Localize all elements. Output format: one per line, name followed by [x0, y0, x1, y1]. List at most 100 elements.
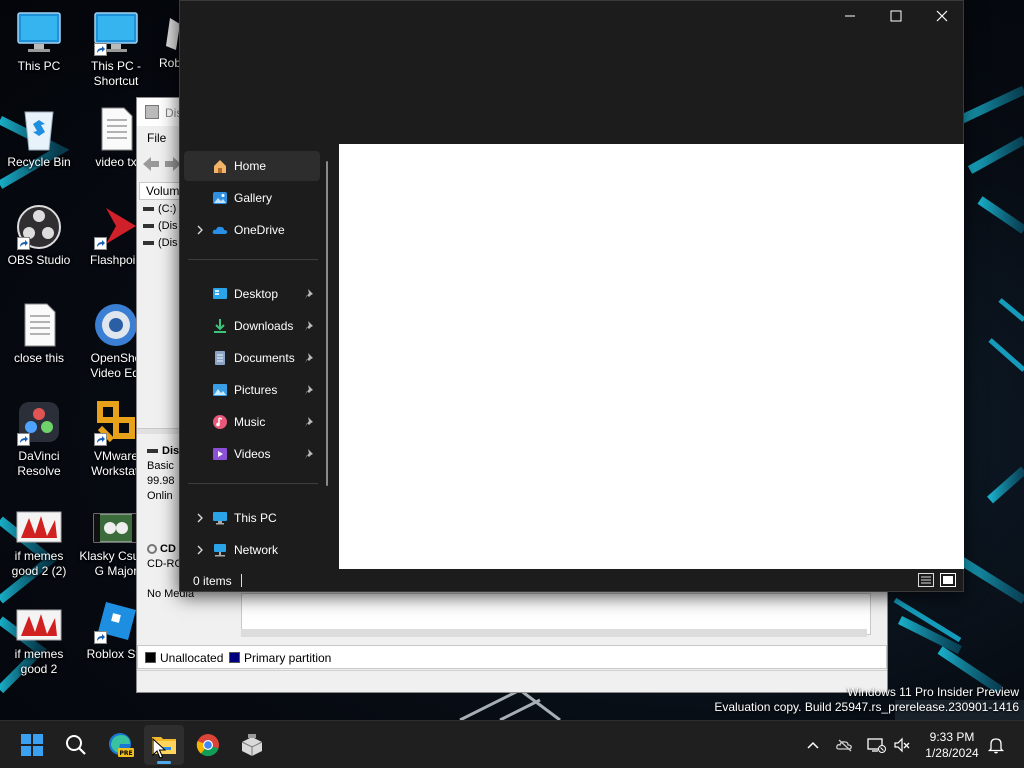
network-tray-button[interactable] [866, 735, 886, 755]
nav-item-documents[interactable]: Documents [184, 343, 320, 373]
home-icon [212, 158, 228, 174]
nav-item-gallery[interactable]: Gallery [184, 183, 320, 213]
chrome-icon [196, 734, 219, 757]
start-button[interactable] [12, 725, 52, 765]
nav-item-pictures[interactable]: Pictures [184, 375, 320, 405]
vm-tools-icon [241, 734, 263, 756]
desktop-icon-obs-studio[interactable]: OBS Studio [1, 204, 77, 268]
chevron-right-icon[interactable] [194, 511, 206, 525]
shortcut-arrow-icon [94, 433, 107, 446]
shortcut-arrow-icon [17, 433, 30, 446]
edge-beta-icon: PRE [109, 733, 134, 757]
desktop-icon-davinci-resolve[interactable]: DaVinci Resolve [1, 400, 77, 479]
notifications-button[interactable] [986, 735, 1006, 755]
volume-row[interactable]: (C:) [143, 203, 176, 215]
disk-0-info[interactable]: Dis Basic 99.98 Onlin [147, 444, 179, 504]
back-arrow-icon [143, 157, 159, 171]
desktop-icon-recycle-bin[interactable]: Recycle Bin [1, 106, 77, 170]
volume-muted-icon [894, 737, 910, 753]
nav-item-downloads[interactable]: Downloads [184, 311, 320, 341]
volume-row[interactable]: (Dis [143, 237, 178, 249]
desktop-icon-label: Flashpoin [89, 253, 143, 267]
network-icon [212, 542, 228, 558]
desktop-icon-this-pc[interactable]: This PC [1, 10, 77, 74]
this-pc-icon [212, 510, 228, 526]
recycle-bin-icon [15, 106, 63, 152]
flashpoint-icon [92, 204, 140, 250]
pin-icon[interactable] [304, 448, 316, 460]
pin-icon[interactable] [304, 416, 316, 428]
desktop-icon-label: DaVinci Resolve [17, 449, 61, 478]
nav-item-home[interactable]: Home [184, 151, 320, 181]
network-disconnected-icon [867, 738, 886, 753]
close-button[interactable] [919, 1, 965, 31]
onedrive-offline-icon [836, 739, 852, 752]
volume-tray-button[interactable] [892, 735, 912, 755]
openshot-icon [92, 302, 140, 348]
desktop-icon-roblox[interactable]: Rob [140, 10, 182, 71]
desktop-icon-label: OBS Studio [7, 253, 71, 267]
pin-icon[interactable] [304, 288, 316, 300]
menu-file[interactable]: File [147, 131, 166, 145]
desktop-icon-label: This PC - Shortcut [90, 59, 141, 88]
desktop-icon-label: if memes good 2 [14, 647, 64, 676]
shortcut-arrow-icon [17, 237, 30, 250]
text-file-icon [92, 106, 140, 152]
nav-item-music[interactable]: Music [184, 407, 320, 437]
maximize-button[interactable] [873, 1, 919, 31]
desktop-icon-if-memes-good-2-2[interactable]: if memes good 2 (2) [1, 510, 77, 579]
details-view-button[interactable] [918, 573, 934, 587]
nav-item-network[interactable]: Network [184, 535, 320, 565]
explorer-statusbar: 0 items [180, 569, 963, 591]
nav-separator [188, 259, 318, 260]
chevron-up-icon [807, 741, 819, 749]
desktop-icon-label: if memes good 2 (2) [11, 549, 67, 578]
disk-management-app-icon [145, 105, 159, 119]
pin-icon[interactable] [304, 384, 316, 396]
search-icon [66, 735, 86, 755]
vm-tools-button[interactable] [232, 725, 272, 765]
large-icons-view-button[interactable] [940, 573, 956, 587]
nav-item-videos[interactable]: Videos [184, 439, 320, 469]
volume-row[interactable]: (Dis [143, 220, 178, 232]
volume-column-header[interactable]: Volum [139, 182, 183, 200]
mouse-cursor-icon [152, 738, 166, 759]
pin-icon[interactable] [304, 352, 316, 364]
nav-item-onedrive[interactable]: OneDrive [184, 215, 320, 245]
davinci-icon [15, 400, 63, 446]
minimize-button[interactable] [827, 1, 873, 31]
clock-date: 1/28/2024 [925, 746, 979, 760]
windows-watermark: Windows 11 Pro Insider Preview Evaluatio… [714, 685, 1019, 714]
chevron-right-icon[interactable] [194, 543, 206, 557]
desktop-icon-label: Rob [159, 56, 182, 70]
file-list-pane[interactable] [339, 144, 964, 569]
music-icon [212, 414, 228, 430]
desktop-icon-close-this[interactable]: close this [1, 302, 77, 366]
close-icon [936, 10, 948, 22]
nav-item-this-pc[interactable]: This PC [184, 503, 320, 533]
taskbar-clock[interactable]: 9:33 PM 1/28/2024 [918, 729, 986, 761]
desktop-icon-if-memes-good-2[interactable]: if memes good 2 [1, 608, 77, 677]
item-count: 0 items [193, 574, 232, 588]
desktop-icon-label: video tx [95, 155, 137, 169]
bell-icon [987, 738, 1005, 754]
chevron-right-icon[interactable] [194, 223, 206, 237]
file-explorer-window[interactable]: Home Gallery OneDrive Desktop Downloads … [179, 0, 964, 592]
roblox-studio-icon [92, 598, 140, 644]
onedrive-tray-button[interactable] [835, 735, 855, 755]
nav-separator [188, 483, 318, 484]
videos-icon [212, 446, 228, 462]
nav-item-desktop[interactable]: Desktop [184, 279, 320, 309]
documents-icon [212, 350, 228, 366]
shortcut-arrow-icon [94, 631, 107, 644]
show-hidden-icons-button[interactable] [803, 735, 823, 755]
navigation-scrollbar[interactable] [326, 161, 328, 486]
search-button[interactable] [56, 725, 96, 765]
legend-label: Primary partition [244, 651, 332, 665]
pictures-icon [212, 382, 228, 398]
chrome-button[interactable] [188, 725, 228, 765]
status-divider [241, 574, 242, 587]
pin-icon[interactable] [304, 320, 316, 332]
edge-beta-button[interactable]: PRE [100, 725, 140, 765]
horizontal-scrollbar[interactable] [241, 629, 867, 637]
